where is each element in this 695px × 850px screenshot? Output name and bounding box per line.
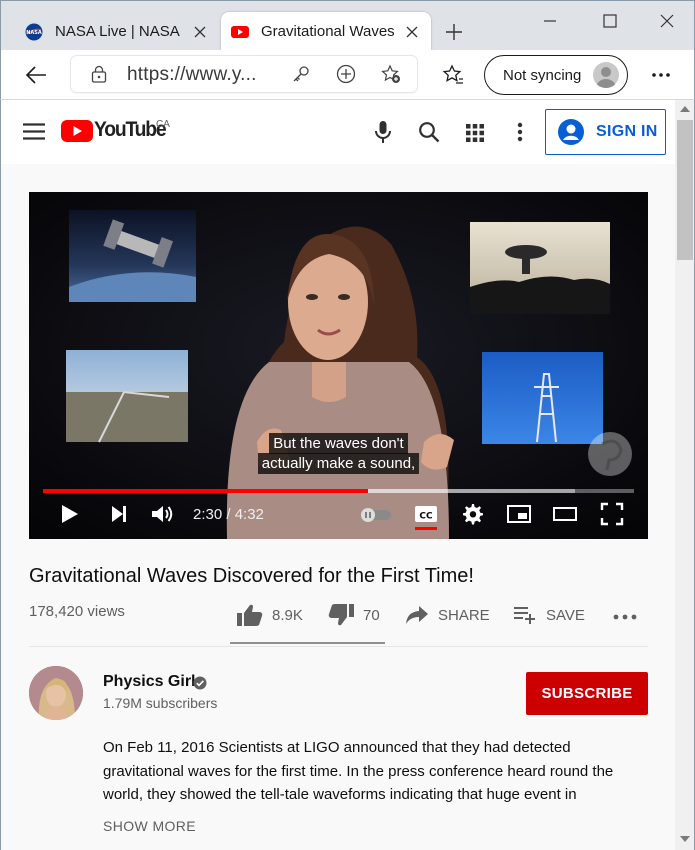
divider: [29, 646, 648, 647]
microphone-icon[interactable]: [373, 120, 393, 144]
like-ratio-fill: [230, 642, 325, 644]
like-button[interactable]: 8.9K: [237, 600, 303, 630]
volume-icon[interactable]: [150, 502, 174, 526]
zoom-in-plus-icon[interactable]: [336, 64, 356, 84]
channel-name[interactable]: Physics Girl: [103, 673, 196, 691]
video-description: On Feb 11, 2016 Scientists at LIGO annou…: [103, 739, 614, 803]
youtube-favicon-icon: [231, 25, 249, 38]
new-tab-plus-icon[interactable]: [445, 23, 463, 41]
youtube-page: YouTube CA SIGN IN But the waves don't a…: [0, 100, 675, 850]
more-options-icon[interactable]: [651, 72, 671, 78]
youtube-header: YouTube CA SIGN IN: [1, 100, 675, 164]
caption-line-2: actually make a sound,: [29, 453, 648, 474]
country-code: CA: [156, 119, 170, 130]
subscribe-button[interactable]: SUBSCRIBE: [526, 672, 648, 715]
theater-mode-icon[interactable]: [553, 502, 577, 526]
dislike-button[interactable]: 70: [328, 600, 380, 630]
dislike-count: 70: [363, 606, 380, 624]
miniplayer-icon[interactable]: [507, 502, 531, 526]
settings-gear-icon[interactable]: [460, 502, 484, 526]
share-arrow-icon: [406, 606, 428, 624]
nasa-favicon-icon: NASA: [25, 23, 43, 40]
window-close-icon[interactable]: [659, 13, 675, 29]
more-actions-icon[interactable]: [613, 614, 637, 620]
playlist-add-icon: [514, 607, 535, 624]
sign-in-button[interactable]: SIGN IN: [545, 109, 666, 155]
tab-title: NASA Live | NASA: [55, 23, 180, 40]
minimize-icon[interactable]: [542, 13, 558, 29]
tab-strip: NASA NASA Live | NASA Gravitational Wave…: [0, 0, 695, 51]
tab-title: Gravitational Waves Discovered for the F…: [261, 23, 397, 40]
like-dislike-ratio-bar: [230, 642, 385, 644]
profile-avatar-icon: [593, 62, 619, 88]
scroll-down-arrow-icon[interactable]: [680, 836, 690, 842]
video-title: Gravitational Waves Discovered for the F…: [29, 565, 474, 587]
back-arrow-icon[interactable]: [25, 64, 47, 86]
thumbs-up-icon: [237, 604, 263, 626]
play-icon[interactable]: [57, 502, 81, 526]
tab-nasa-live[interactable]: NASA NASA Live | NASA: [15, 12, 219, 51]
share-label: SHARE: [438, 606, 490, 624]
add-favorite-star-icon[interactable]: [381, 64, 401, 84]
channel-avatar[interactable]: [29, 666, 83, 720]
sync-status-label: Not syncing: [503, 67, 582, 84]
search-icon[interactable]: [418, 121, 440, 143]
svg-text:CC: CC: [419, 512, 433, 522]
key-icon[interactable]: [291, 64, 311, 84]
tab-gravitational-waves[interactable]: Gravitational Waves Discovered for the F…: [221, 12, 431, 51]
caption-text: actually make a sound,: [257, 453, 420, 474]
maximize-icon[interactable]: [602, 13, 618, 29]
fullscreen-icon[interactable]: [600, 502, 624, 526]
close-icon[interactable]: [405, 25, 419, 39]
thumbs-down-icon: [328, 604, 354, 626]
lock-icon[interactable]: [91, 65, 107, 83]
share-button[interactable]: SHARE: [405, 600, 490, 630]
view-count: 178,420 views: [29, 603, 125, 620]
account-circle-icon: [558, 119, 584, 145]
browser-toolbar: https://www.y... Not syncing: [0, 50, 695, 100]
youtube-logo-icon[interactable]: [61, 120, 93, 142]
verified-check-icon: [193, 676, 207, 690]
address-bar[interactable]: https://www.y...: [71, 56, 417, 92]
favorites-icon[interactable]: [442, 64, 464, 86]
profile-sync-button[interactable]: Not syncing: [484, 55, 628, 95]
sign-in-label: SIGN IN: [596, 123, 658, 140]
time-display: 2:30 / 4:32: [193, 506, 264, 523]
close-icon[interactable]: [193, 25, 207, 39]
progress-bar[interactable]: [43, 489, 634, 493]
captions-cc-icon[interactable]: CC: [414, 502, 438, 526]
url-text: https://www.y...: [127, 64, 257, 85]
video-frame: [29, 192, 648, 539]
save-label: SAVE: [546, 606, 585, 624]
played-bar: [43, 489, 369, 493]
video-player[interactable]: But the waves don't actually make a soun…: [29, 192, 648, 539]
hamburger-menu-icon[interactable]: [23, 123, 45, 140]
caption-line-1: But the waves don't: [29, 433, 648, 454]
caption-text: But the waves don't: [269, 433, 408, 454]
like-count: 8.9K: [272, 606, 303, 624]
apps-grid-icon[interactable]: [466, 124, 484, 142]
show-more-button[interactable]: SHOW MORE: [103, 818, 196, 834]
svg-text:NASA: NASA: [26, 30, 42, 36]
autoplay-toggle-icon[interactable]: [359, 502, 391, 526]
scroll-up-arrow-icon[interactable]: [680, 106, 690, 112]
captions-active-indicator: [415, 527, 437, 530]
subscriber-count: 1.79M subscribers: [103, 695, 218, 711]
youtube-wordmark[interactable]: YouTube: [94, 118, 167, 142]
settings-more-icon[interactable]: [517, 122, 523, 142]
save-button[interactable]: SAVE: [513, 600, 585, 630]
page-scrollbar[interactable]: [675, 100, 695, 850]
scrollbar-thumb[interactable]: [677, 120, 693, 260]
next-icon[interactable]: [107, 502, 131, 526]
